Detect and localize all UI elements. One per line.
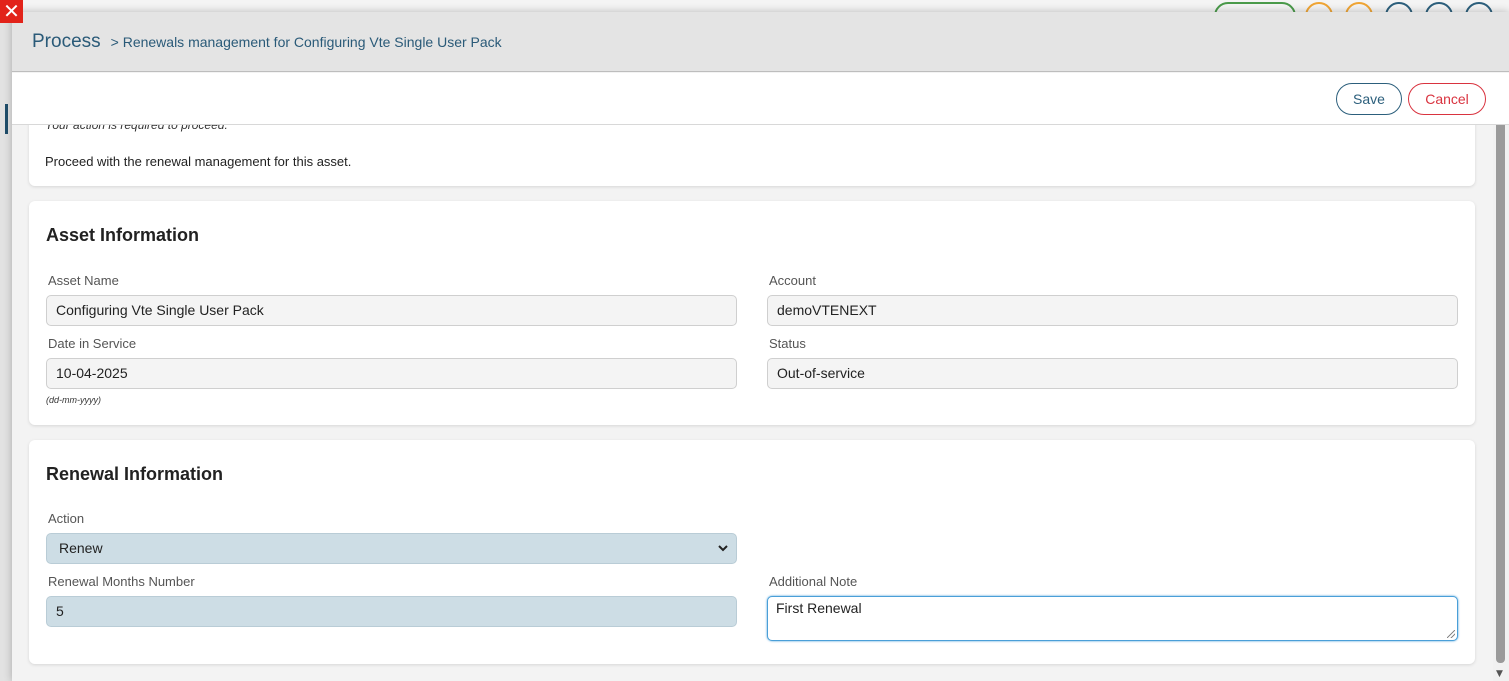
renewal-months-input[interactable]: 5 xyxy=(46,596,737,627)
save-button[interactable]: Save xyxy=(1336,83,1402,115)
additional-note-label: Additional Note xyxy=(769,574,858,589)
additional-note-value: First Renewal xyxy=(776,600,862,616)
action-toolbar: Save Cancel xyxy=(12,73,1509,125)
modal-content: Your action is required to proceed. Proc… xyxy=(12,105,1492,681)
date-in-service-label: Date in Service xyxy=(48,336,137,351)
cancel-button[interactable]: Cancel xyxy=(1408,83,1486,115)
scroll-down-arrow-icon[interactable]: ▼ xyxy=(1496,669,1503,679)
scrollbar-thumb[interactable] xyxy=(1496,113,1505,663)
account-field: demoVTENEXT xyxy=(767,295,1458,326)
date-format-hint: (dd-mm-yyyy) xyxy=(46,395,101,405)
renewal-months-label: Renewal Months Number xyxy=(48,574,195,589)
action-select[interactable]: Renew xyxy=(46,533,737,564)
additional-note-textarea[interactable]: First Renewal xyxy=(767,596,1458,641)
renewal-information-title: Renewal Information xyxy=(46,464,224,484)
date-in-service-field: 10-04-2025 xyxy=(46,358,737,389)
account-label: Account xyxy=(769,273,816,288)
page-title: Process xyxy=(32,30,101,52)
asset-information-title: Asset Information xyxy=(46,225,200,245)
background-mark xyxy=(5,104,8,134)
asset-information-card: Asset Information Asset Name Configuring… xyxy=(29,201,1475,425)
chevron-down-icon xyxy=(717,534,729,563)
action-label: Action xyxy=(48,511,85,526)
modal-header: Process > Renewals management for Config… xyxy=(12,12,1509,72)
process-modal: Process > Renewals management for Config… xyxy=(12,12,1509,681)
status-field: Out-of-service xyxy=(767,358,1458,389)
breadcrumb: > Renewals management for Configuring Vt… xyxy=(110,33,502,50)
asset-name-label: Asset Name xyxy=(48,273,119,288)
resize-handle-icon[interactable] xyxy=(1447,630,1455,638)
instruction-text: Proceed with the renewal management for … xyxy=(45,154,352,169)
background-sidebar xyxy=(0,12,12,681)
action-select-value: Renew xyxy=(59,540,103,556)
renewal-information-card: Renewal Information Action Renew Renewal… xyxy=(29,440,1475,664)
close-icon[interactable]: ✕ xyxy=(0,0,23,23)
status-label: Status xyxy=(769,336,806,351)
vertical-scrollbar[interactable]: ▼ xyxy=(1493,101,1509,681)
asset-name-field: Configuring Vte Single User Pack xyxy=(46,295,737,326)
